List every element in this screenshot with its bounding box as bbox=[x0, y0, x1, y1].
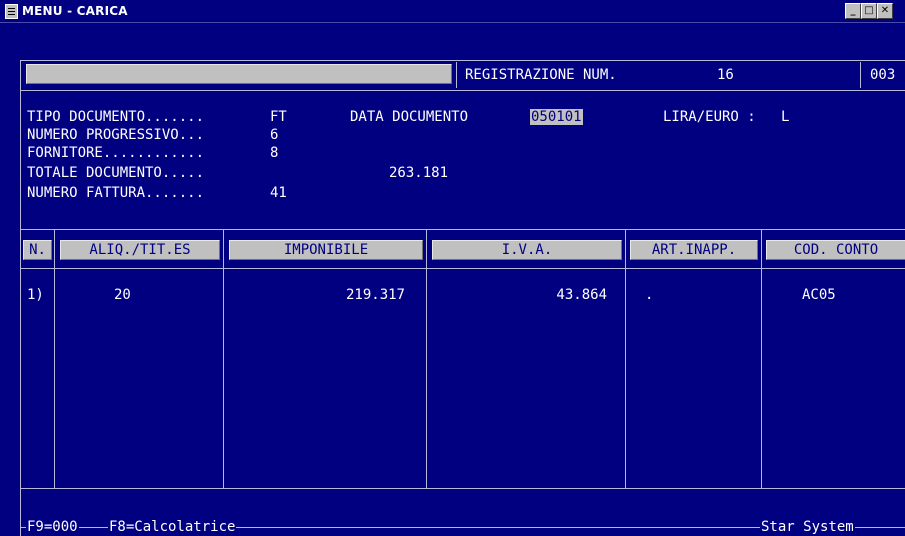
cell-cod-conto[interactable]: AC05 bbox=[802, 288, 836, 302]
lira-euro-label: LIRA/EURO : bbox=[663, 109, 756, 125]
footer-brand: Star System bbox=[760, 519, 855, 535]
form-title: VARIAZIONE ACQUISTI REGISTRO 1 bbox=[26, 64, 452, 118]
col-header-n: N. bbox=[23, 240, 52, 260]
close-button[interactable]: ✕ bbox=[877, 3, 893, 19]
table-header-separator bbox=[20, 268, 905, 269]
data-documento-label: DATA DOCUMENTO bbox=[350, 109, 469, 125]
cell-aliquota[interactable]: 20 bbox=[114, 288, 131, 302]
maximize-button[interactable]: □ bbox=[861, 3, 877, 19]
fornitore-value[interactable]: 8 bbox=[270, 146, 278, 160]
header-separator bbox=[20, 90, 905, 91]
cell-imponibile[interactable]: 219.317 bbox=[339, 288, 405, 302]
main-window: MENU - CARICA _ □ ✕ VARIAZIONE ACQUISTI … bbox=[0, 0, 905, 536]
col-header-iva: I.V.A. bbox=[432, 240, 622, 260]
registration-number: 16 bbox=[717, 67, 734, 83]
title-bar: MENU - CARICA _ □ ✕ bbox=[0, 0, 905, 23]
col-header-art-inapp: ART.INAPP. bbox=[630, 240, 758, 260]
data-documento-input[interactable]: 050101 bbox=[530, 109, 583, 125]
fornitore-label: FORNITORE............ bbox=[27, 145, 205, 161]
col-header-aliquota: ALIQ./TIT.ES bbox=[60, 240, 220, 260]
numero-progressivo-label: NUMERO PROGRESSIVO... bbox=[27, 127, 205, 143]
cell-iva[interactable]: 43.864 bbox=[538, 288, 607, 302]
header-frame-top bbox=[20, 60, 905, 61]
registration-label: REGISTRAZIONE NUM. bbox=[465, 67, 617, 83]
totale-documento-label: TOTALE DOCUMENTO..... bbox=[27, 165, 205, 181]
cell-n: 1) bbox=[27, 287, 44, 303]
tipo-documento-label: TIPO DOCUMENTO....... bbox=[27, 109, 205, 125]
tipo-documento-value[interactable]: FT bbox=[270, 110, 287, 124]
header-divider-2 bbox=[860, 62, 861, 88]
totale-documento-value: 263.181 bbox=[389, 165, 449, 181]
col-header-cod-conto: COD. CONTO bbox=[766, 240, 905, 260]
window-title: MENU - CARICA bbox=[22, 4, 128, 18]
numero-fattura-value[interactable]: 41 bbox=[270, 186, 287, 200]
header-code: 003 bbox=[870, 67, 896, 83]
lira-euro-value[interactable]: L bbox=[781, 110, 789, 124]
footer-f9-key[interactable]: F9=000 bbox=[26, 520, 79, 534]
footer-calculator-key[interactable]: F8=Calcolatrice bbox=[108, 520, 237, 534]
minimize-button[interactable]: _ bbox=[845, 3, 861, 19]
table-top-border bbox=[20, 229, 905, 230]
cell-art-inapp[interactable]: . bbox=[645, 288, 653, 302]
numero-progressivo-value[interactable]: 6 bbox=[270, 128, 278, 142]
table-bottom-border bbox=[20, 488, 905, 489]
col-header-imponibile: IMPONIBILE bbox=[229, 240, 423, 260]
app-menu-icon[interactable] bbox=[5, 4, 18, 19]
numero-fattura-label: NUMERO FATTURA....... bbox=[27, 185, 205, 201]
screen-left-border bbox=[20, 60, 21, 536]
header-divider bbox=[456, 62, 457, 88]
